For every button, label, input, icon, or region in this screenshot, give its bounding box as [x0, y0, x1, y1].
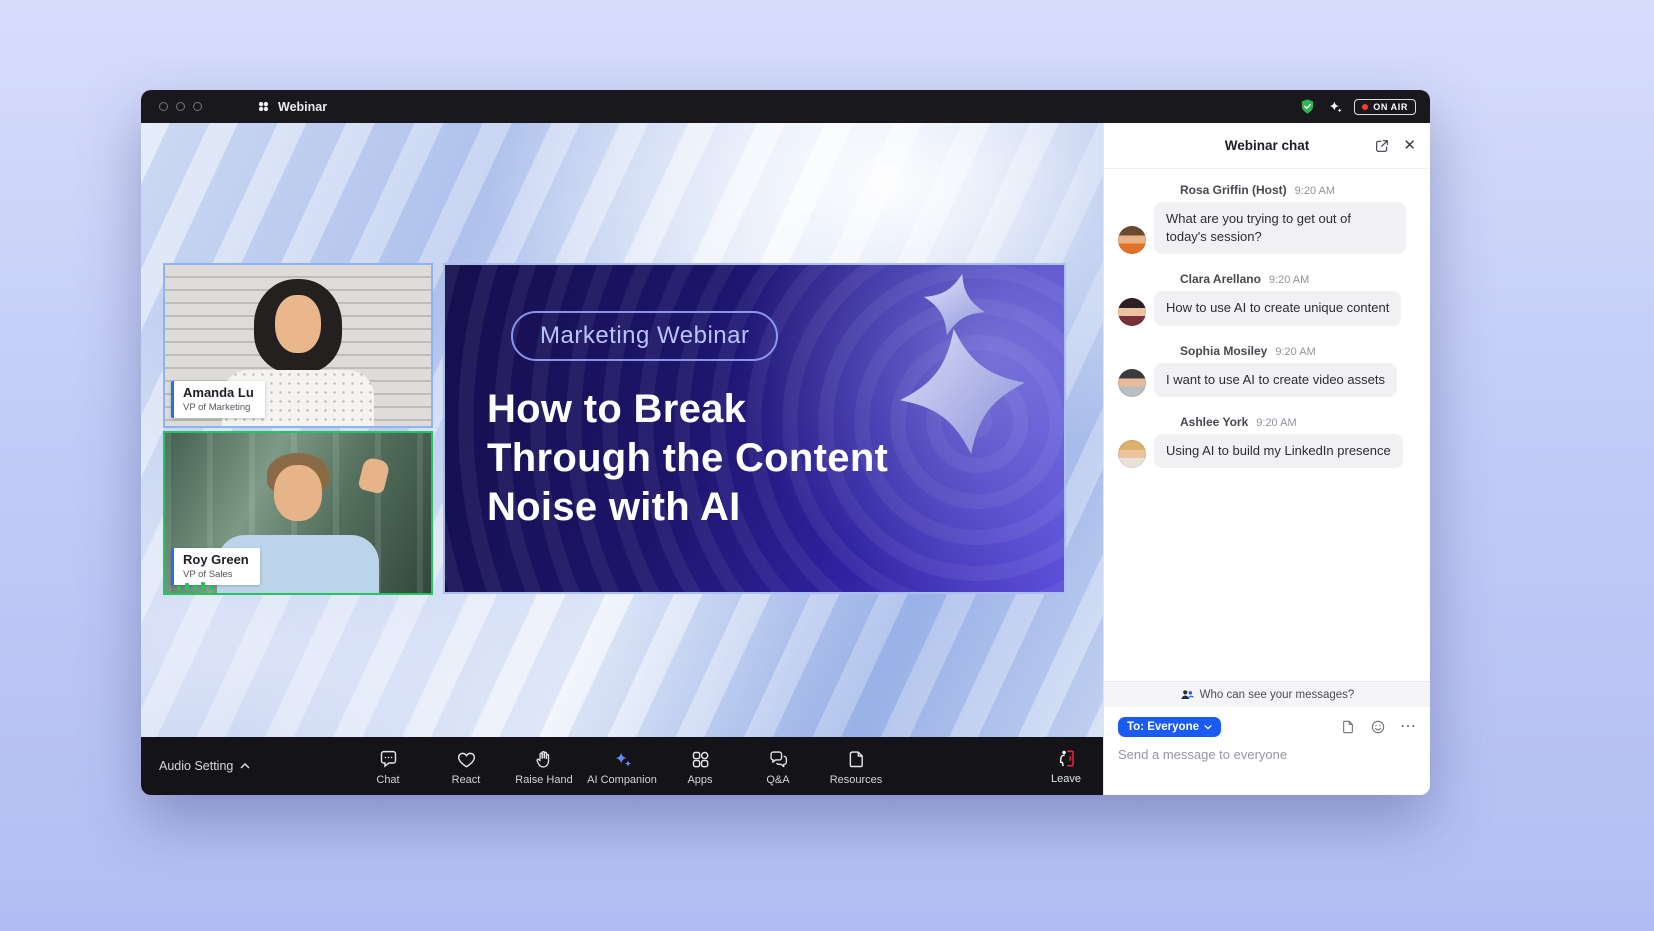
shared-slide: Marketing Webinar How to Break Through t…	[443, 263, 1066, 594]
window-controls	[159, 102, 202, 111]
message-author: Ashlee York	[1180, 415, 1248, 429]
chat-message: Rosa Griffin (Host) 9:20 AM What are you…	[1118, 183, 1416, 254]
message-visibility-link[interactable]: Who can see your messages?	[1104, 681, 1430, 707]
react-button[interactable]: React	[429, 746, 503, 786]
window-close-button[interactable]	[159, 102, 168, 111]
video-area: Amanda Lu VP of Marketing Roy Green VP o…	[141, 123, 1103, 737]
audio-level-indicator	[177, 582, 213, 590]
ai-companion-icon	[612, 749, 633, 770]
on-air-label: ON AIR	[1373, 102, 1408, 112]
recipient-selector[interactable]: To: Everyone	[1118, 717, 1221, 737]
video-tile-amanda-lu[interactable]: Amanda Lu VP of Marketing	[163, 263, 433, 428]
message-time: 9:20 AM	[1275, 346, 1315, 358]
react-button-label: React	[452, 774, 481, 786]
message-time: 9:20 AM	[1256, 417, 1296, 429]
qa-bubbles-icon	[768, 749, 789, 770]
apps-button[interactable]: Apps	[663, 746, 737, 786]
avatar	[1118, 226, 1146, 254]
webinar-window: Webinar ON AIR	[141, 90, 1430, 795]
ai-companion-button-label: AI Companion	[587, 774, 657, 786]
titlebar-status-area: ON AIR	[1299, 98, 1416, 115]
avatar	[1118, 369, 1146, 397]
attach-file-icon[interactable]	[1340, 719, 1356, 735]
video-tile-roy-green[interactable]: Roy Green VP of Sales	[163, 431, 433, 595]
message-bubble: How to use AI to create unique content	[1154, 291, 1401, 325]
webinar-app-icon	[256, 99, 271, 114]
resources-button[interactable]: Resources	[819, 746, 893, 786]
window-maximize-button[interactable]	[193, 102, 202, 111]
chat-message: Clara Arellano 9:20 AM How to use AI to …	[1118, 272, 1416, 325]
raise-hand-button[interactable]: Raise Hand	[507, 746, 581, 786]
chevron-down-icon	[1204, 724, 1212, 730]
leave-button-label: Leave	[1051, 773, 1081, 785]
chat-button[interactable]: Chat	[351, 746, 425, 786]
chat-header: Webinar chat ✕	[1104, 123, 1430, 169]
app-title-label: Webinar	[278, 100, 327, 114]
webinar-stage: Amanda Lu VP of Marketing Roy Green VP o…	[141, 123, 1103, 795]
apps-grid-icon	[690, 749, 711, 770]
close-icon[interactable]: ✕	[1403, 138, 1416, 153]
chat-message: Sophia Mosiley 9:20 AM I want to use AI …	[1118, 344, 1416, 397]
message-time: 9:20 AM	[1295, 185, 1335, 197]
message-author: Rosa Griffin (Host)	[1180, 183, 1287, 197]
document-icon	[846, 749, 867, 770]
chat-message-list: Rosa Griffin (Host) 9:20 AM What are you…	[1104, 169, 1430, 681]
nametag-amanda: Amanda Lu VP of Marketing	[171, 381, 265, 418]
chat-message: Ashlee York 9:20 AM Using AI to build my…	[1118, 415, 1416, 468]
people-icon	[1180, 688, 1194, 702]
app-title: Webinar	[256, 99, 327, 114]
message-author: Clara Arellano	[1180, 272, 1261, 286]
heart-icon	[456, 749, 477, 770]
recipient-label: To: Everyone	[1127, 721, 1199, 733]
ai-companion-sparkle-icon[interactable]	[1327, 99, 1343, 115]
window-minimize-button[interactable]	[176, 102, 185, 111]
emoji-icon[interactable]	[1370, 719, 1386, 735]
leave-door-icon	[1056, 748, 1077, 769]
more-options-icon[interactable]: ⋯	[1400, 719, 1416, 735]
resources-button-label: Resources	[830, 774, 883, 786]
raise-hand-button-label: Raise Hand	[515, 774, 572, 786]
slide-heading: How to Break Through the Content Noise w…	[487, 385, 888, 531]
avatar	[1118, 440, 1146, 468]
apps-button-label: Apps	[687, 774, 712, 786]
speaker-title: VP of Marketing	[183, 402, 254, 413]
audio-setting-label: Audio Setting	[159, 759, 233, 773]
visibility-note: Who can see your messages?	[1200, 689, 1355, 701]
message-bubble: Using AI to build my LinkedIn presence	[1154, 434, 1403, 468]
qa-button-label: Q&A	[766, 774, 789, 786]
speaker-title: VP of Sales	[183, 569, 249, 580]
toolbar-buttons: Chat React	[351, 746, 893, 786]
meeting-toolbar: Audio Setting Chat	[141, 737, 1103, 795]
webinar-chat-panel: Webinar chat ✕ Rosa Griffin (Host) 9:20 …	[1103, 123, 1430, 795]
nametag-roy: Roy Green VP of Sales	[171, 548, 260, 585]
message-bubble: What are you trying to get out of today'…	[1154, 202, 1406, 254]
ai-companion-button[interactable]: AI Companion	[585, 746, 659, 786]
window-content: Amanda Lu VP of Marketing Roy Green VP o…	[141, 123, 1430, 795]
message-input[interactable]: Send a message to everyone	[1118, 747, 1416, 781]
chevron-up-icon	[240, 763, 250, 769]
raised-hand-icon	[534, 749, 555, 770]
speaker-name: Amanda Lu	[183, 385, 254, 400]
message-bubble: I want to use AI to create video assets	[1154, 363, 1397, 397]
message-author: Sophia Mosiley	[1180, 344, 1267, 358]
qa-button[interactable]: Q&A	[741, 746, 815, 786]
audio-setting-button[interactable]: Audio Setting	[159, 759, 250, 773]
security-shield-icon[interactable]	[1299, 98, 1316, 115]
leave-button[interactable]: Leave	[1051, 748, 1081, 785]
chat-bubble-icon	[378, 749, 399, 770]
avatar	[1118, 298, 1146, 326]
chat-button-label: Chat	[376, 774, 399, 786]
chat-compose-area: To: Everyone ⋯	[1104, 707, 1430, 795]
speaker-name: Roy Green	[183, 552, 249, 567]
window-titlebar: Webinar ON AIR	[141, 90, 1430, 123]
on-air-dot-icon	[1362, 104, 1368, 110]
on-air-badge: ON AIR	[1354, 99, 1416, 115]
pop-out-icon[interactable]	[1374, 138, 1390, 154]
slide-badge: Marketing Webinar	[511, 311, 778, 361]
message-time: 9:20 AM	[1269, 274, 1309, 286]
